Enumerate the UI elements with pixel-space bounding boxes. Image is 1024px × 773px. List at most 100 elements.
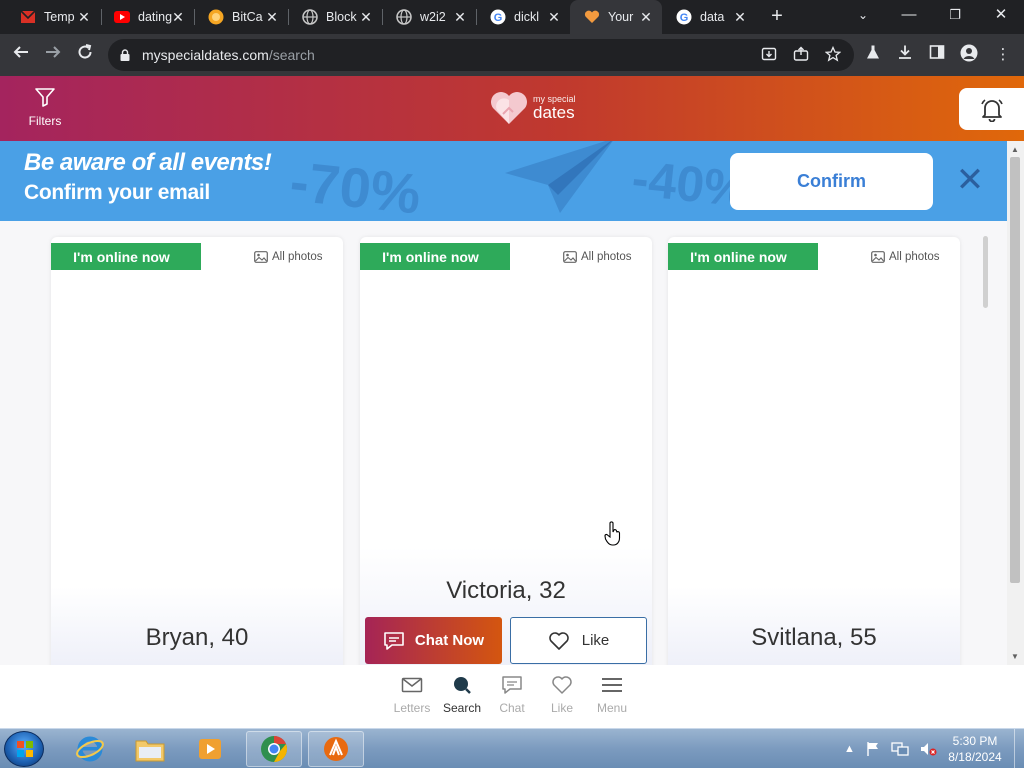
restore-button[interactable]: ❐: [932, 0, 978, 30]
profile-card[interactable]: I'm online now All photos Bryan, 40: [51, 237, 343, 665]
taskbar-clock[interactable]: 5:30 PM 8/18/2024: [946, 733, 1004, 765]
minimize-button[interactable]: —: [886, 0, 932, 30]
chat-bubble-icon: [384, 631, 404, 650]
orange-app-icon[interactable]: [308, 731, 364, 767]
windows-taskbar: ▲ 5:30 PM 8/18/2024: [0, 728, 1024, 769]
close-icon[interactable]: ✕: [954, 163, 986, 197]
browser-tab[interactable]: G dickl ✕: [476, 0, 570, 34]
browser-tab[interactable]: w2i2 ✕: [382, 0, 476, 34]
start-button[interactable]: [4, 731, 44, 767]
close-tab-icon[interactable]: ✕: [264, 9, 280, 25]
nav-like[interactable]: Like: [534, 675, 590, 715]
chat-icon: [502, 676, 522, 694]
star-icon[interactable]: [824, 45, 842, 64]
new-tab-button[interactable]: +: [766, 6, 788, 28]
back-arrow-icon[interactable]: [8, 42, 34, 68]
filters-button[interactable]: Filters: [22, 86, 68, 128]
like-label: Like: [581, 632, 610, 649]
show-hidden-icons-icon[interactable]: ▲: [844, 743, 855, 755]
url-host: myspecialdates.com: [142, 47, 269, 63]
filter-funnel-icon: [34, 86, 56, 108]
search-icon: [454, 677, 471, 694]
close-tab-icon[interactable]: ✕: [638, 9, 654, 25]
banner-deco-text: -70%: [287, 149, 424, 221]
tab-search-icon[interactable]: ⌄: [840, 0, 886, 30]
show-desktop-button[interactable]: [1014, 729, 1024, 769]
close-tab-icon[interactable]: ✕: [732, 9, 748, 25]
media-player-icon[interactable]: [182, 731, 238, 767]
reload-icon[interactable]: [72, 42, 98, 68]
close-tab-icon[interactable]: ✕: [546, 9, 562, 25]
paper-plane-icon: [505, 141, 613, 213]
labs-flask-icon[interactable]: [862, 44, 884, 66]
system-tray: ▲: [844, 737, 937, 761]
like-button[interactable]: Like: [510, 617, 647, 664]
forward-arrow-icon[interactable]: [40, 42, 66, 68]
volume-muted-icon[interactable]: [919, 741, 937, 757]
banner-subtitle: Confirm your email: [24, 181, 210, 204]
kebab-menu-icon[interactable]: ⋮: [992, 44, 1014, 66]
close-tab-icon[interactable]: ✕: [76, 9, 92, 25]
profile-name: Svitlana, 55: [751, 624, 877, 651]
browser-tab[interactable]: Temp ✕: [6, 0, 100, 34]
browser-tab[interactable]: dating ✕: [100, 0, 194, 34]
hand-cursor-icon: [604, 521, 621, 546]
side-panel-icon[interactable]: [926, 44, 948, 66]
download-icon[interactable]: [894, 44, 916, 66]
network-icon[interactable]: [891, 741, 909, 757]
page-scrollbar[interactable]: ▲ ▼: [1007, 141, 1024, 665]
nav-letters[interactable]: Letters: [384, 675, 440, 715]
online-badge: I'm online now: [51, 243, 201, 270]
action-center-flag-icon[interactable]: [865, 741, 881, 757]
globe-icon: [396, 9, 412, 25]
profile-name: Bryan, 40: [145, 624, 249, 651]
site-logo[interactable]: my special dates: [489, 90, 589, 126]
browser-tab[interactable]: BitCa ✕: [194, 0, 288, 34]
install-app-icon[interactable]: [760, 46, 778, 64]
close-tab-icon[interactable]: ✕: [170, 9, 186, 25]
filters-label: Filters: [28, 114, 62, 128]
logo-big-text: dates: [533, 103, 575, 122]
nav-search[interactable]: Search: [434, 675, 490, 715]
clock-time: 5:30 PM: [952, 734, 998, 748]
all-photos-link[interactable]: All photos: [871, 251, 940, 263]
clock-date: 8/18/2024: [948, 750, 1002, 764]
profile-card[interactable]: I'm online now All photos Victoria, 32 C…: [360, 237, 652, 665]
all-photos-link[interactable]: All photos: [563, 251, 632, 263]
close-window-button[interactable]: ✕: [978, 0, 1024, 30]
youtube-icon: [114, 9, 130, 25]
chrome-taskbar-icon[interactable]: [246, 731, 302, 767]
scroll-down-arrow-icon[interactable]: ▼: [1011, 652, 1019, 661]
url-path: /search: [268, 47, 315, 63]
chat-now-label: Chat Now: [414, 632, 485, 649]
profile-card[interactable]: I'm online now All photos Svitlana, 55: [668, 237, 960, 665]
nav-menu[interactable]: Menu: [584, 675, 640, 715]
browser-tab[interactable]: Block ✕: [288, 0, 382, 34]
all-photos-link[interactable]: All photos: [254, 251, 323, 263]
nav-letters-label: Letters: [393, 701, 431, 715]
address-bar[interactable]: myspecialdates.com/search: [108, 39, 854, 71]
chat-now-button[interactable]: Chat Now: [365, 617, 502, 664]
nav-like-label: Like: [550, 701, 573, 715]
logo-heart-icon: [491, 92, 527, 124]
confirm-button[interactable]: Confirm: [730, 153, 933, 210]
close-tab-icon[interactable]: ✕: [358, 9, 374, 25]
scrollbar-thumb[interactable]: [1010, 157, 1020, 583]
file-explorer-icon[interactable]: [122, 731, 178, 767]
logo-text: my special dates: [533, 95, 576, 122]
internet-explorer-icon[interactable]: [62, 731, 118, 767]
profile-icon[interactable]: [958, 44, 980, 66]
notifications-button[interactable]: [959, 88, 1024, 130]
browser-tab-active[interactable]: Your ✕: [570, 0, 662, 34]
nav-chat[interactable]: Chat: [484, 675, 540, 715]
scroll-up-arrow-icon[interactable]: ▲: [1011, 145, 1019, 154]
confirm-email-banner: -70% -40% Be aware of all events! Confir…: [0, 141, 1007, 221]
heart-icon: [584, 9, 600, 25]
cards-scroll-indicator[interactable]: [983, 236, 988, 308]
browser-toolbar: myspecialdates.com/search ⋮: [0, 34, 1024, 76]
browser-tab[interactable]: G data ✕: [662, 0, 756, 34]
heart-icon: [552, 676, 572, 694]
share-icon[interactable]: [792, 46, 810, 64]
close-tab-icon[interactable]: ✕: [452, 9, 468, 25]
online-badge: I'm online now: [668, 243, 818, 270]
